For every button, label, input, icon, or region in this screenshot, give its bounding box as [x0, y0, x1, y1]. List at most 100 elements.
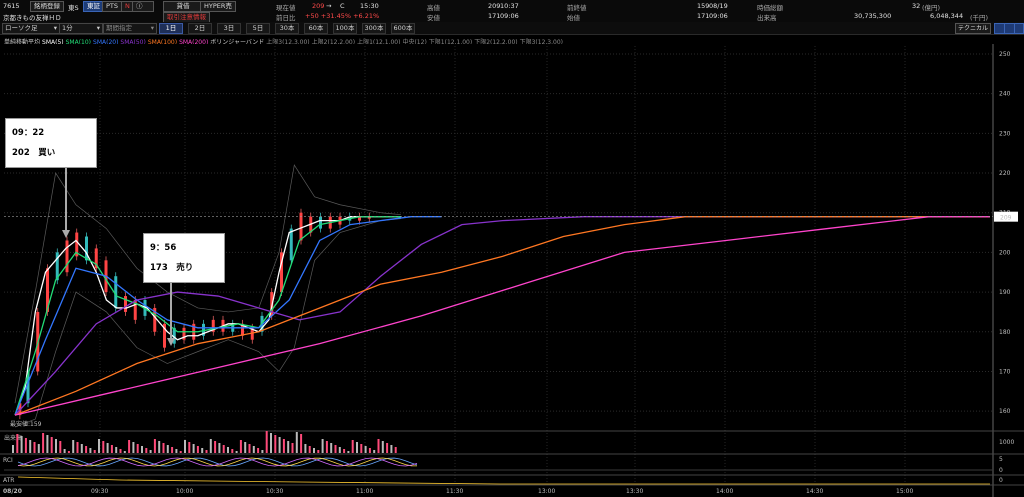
volume-bar-22 [106, 443, 109, 453]
info-icon[interactable]: ⓘ [132, 1, 154, 12]
volume-value: 30,735,300 [854, 12, 892, 20]
current-price: 209 [312, 2, 325, 10]
volume-bar-45 [205, 450, 208, 453]
hyper-button[interactable]: HYPER売 [200, 1, 236, 12]
volume-bar-20 [98, 439, 100, 453]
x-tick-2: 10:30 [266, 488, 283, 495]
volume-bar-38 [175, 449, 178, 453]
candle-body-7 [85, 236, 88, 261]
prev-close-date: 08/19 [709, 2, 728, 10]
settings-icon[interactable] [1014, 23, 1024, 34]
range-button-8[interactable]: 600本 [391, 23, 415, 34]
volume-bar-53 [239, 440, 242, 453]
volume-bar-75 [334, 445, 337, 453]
pts-button[interactable]: PTS [102, 1, 123, 12]
range-button-3[interactable]: 5日 [246, 23, 270, 34]
range-button-5[interactable]: 60本 [304, 23, 328, 34]
range-button-7[interactable]: 300本 [362, 23, 386, 34]
volume-bar-71 [317, 450, 320, 453]
chart-type-value: ローソク足 [5, 24, 38, 32]
volume-bar-34 [158, 441, 161, 453]
interval-select[interactable]: 1分 ▾ [59, 23, 103, 34]
open-value: 171 [697, 12, 710, 20]
low-time: 09:06 [500, 12, 519, 20]
period-select[interactable]: 期間指定 ▾ [103, 23, 157, 34]
volume-bar-83 [368, 448, 371, 453]
change-label: 前日比 [276, 14, 296, 22]
volume-bar-16 [80, 444, 83, 453]
range-button-1[interactable]: 2日 [188, 23, 212, 34]
open-time: 09:06 [709, 12, 728, 20]
volume-bar-41 [188, 442, 191, 453]
range-button-4[interactable]: 30本 [275, 23, 299, 34]
y-tick-1: 170 [999, 368, 1011, 375]
volume-bar-13 [67, 451, 70, 453]
volume-bar-87 [386, 443, 389, 453]
volume-bar-59 [265, 431, 268, 453]
volume-bar-32 [149, 450, 152, 453]
current-price-arrow: → [326, 2, 332, 10]
low-label: 安値 [427, 14, 440, 22]
volume-bar-9 [50, 437, 53, 453]
range-button-2[interactable]: 3日 [217, 23, 241, 34]
volume-bar-63 [282, 439, 285, 453]
volume-bar-47 [214, 441, 217, 453]
range-button-0[interactable]: 1日 [159, 23, 183, 34]
candle-body-11 [124, 296, 127, 312]
y-tick-9: 250 [999, 51, 1011, 58]
technical-button[interactable]: テクニカル [955, 23, 991, 34]
buy-time: 09：22 [12, 128, 45, 138]
market-cap-unit: (億円) [922, 4, 941, 12]
volume-bar-21 [102, 441, 105, 453]
volume-bar-88 [390, 445, 393, 453]
price-tag: 209 [1000, 215, 1012, 222]
x-tick-5: 13:00 [538, 488, 555, 495]
volume-bar-85 [377, 439, 380, 453]
current-price-label: 現在値 [276, 4, 296, 12]
low-price-label: 最安値:159 [10, 420, 42, 428]
trade-button[interactable]: 貸借 [163, 1, 203, 12]
volume-bar-60 [270, 433, 272, 453]
volume-label: 出来高 [757, 14, 777, 22]
register-button[interactable]: 銘柄登録 [30, 1, 64, 12]
x-tick-4: 11:30 [446, 488, 463, 495]
y-tick-2: 180 [999, 329, 1011, 336]
volume-bar-17 [85, 446, 88, 453]
buy-text: 202 買い [12, 148, 56, 158]
chart-type-select[interactable]: ローソク足 ▾ [2, 23, 60, 34]
volume-bar-79 [351, 440, 354, 453]
volume-bar-27 [128, 440, 131, 453]
volume-bar-1 [16, 434, 19, 453]
market-cap-value: 32 [912, 2, 921, 10]
toshou-button[interactable]: 東証 [83, 1, 104, 12]
volume-bar-56 [252, 446, 255, 453]
y-tick-0: 160 [999, 408, 1011, 415]
volume-bar-62 [278, 437, 281, 453]
volume-bar-68 [304, 444, 307, 453]
volume-axis: 1000 [999, 439, 1014, 446]
volume-bar-55 [248, 444, 251, 453]
volume-bar-72 [321, 439, 324, 453]
volume-bar-30 [141, 446, 143, 453]
volume-bar-8 [46, 435, 49, 453]
x-tick-1: 10:00 [176, 488, 193, 495]
low-value: 171 [488, 12, 501, 20]
date-label: 08/20 [3, 488, 22, 495]
current-price-flag: C [340, 2, 345, 10]
volume-bar-11 [59, 441, 62, 453]
volume-bar-23 [110, 445, 113, 453]
volume-bar-70 [313, 448, 315, 453]
stock-code: 7615 [3, 2, 20, 10]
volume-bar-66 [295, 432, 298, 453]
y-tick-3: 190 [999, 289, 1011, 296]
open-label: 始値 [567, 14, 580, 22]
volume-bar-42 [192, 444, 195, 453]
volume-bar-74 [330, 443, 333, 453]
x-tick-3: 11:00 [356, 488, 373, 495]
rci-axis-top: 5 [999, 456, 1003, 463]
volume-bar-89 [394, 447, 397, 453]
volume-bar-61 [274, 435, 277, 453]
high-label: 高値 [427, 4, 440, 12]
range-button-6[interactable]: 100本 [333, 23, 357, 34]
candle-body-28 [289, 228, 293, 261]
